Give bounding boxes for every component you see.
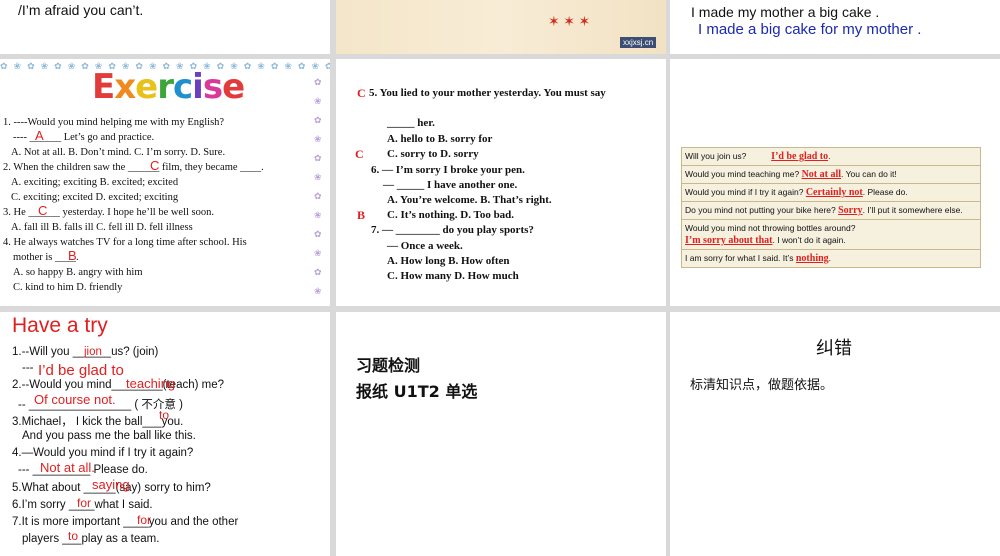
q4-options-a: A. so happy B. angry with him [13, 267, 143, 278]
q5-options-a: A. hello to B. sorry for [387, 133, 493, 145]
row-suffix: . [828, 253, 832, 263]
slide-2[interactable]: ✶ ✶ ✶ xxjxsj.cn [336, 0, 666, 54]
row-suffix: . Please do. [862, 187, 908, 197]
q1-text: 1. ----Would you mind helping me with my… [3, 117, 225, 128]
slide-6-table[interactable]: Will you join us? I’d be glad to. Would … [670, 59, 1000, 306]
q6-blank: — _____ I have another one. [383, 179, 518, 191]
q6-answer: C [355, 147, 364, 161]
row-answer: Sorry [838, 205, 863, 216]
q4-text: 4. He always watches TV for a long time … [3, 237, 247, 248]
slide-1[interactable]: /I’m afraid you can’t. [0, 0, 330, 54]
q7-answer: for [137, 513, 152, 527]
slide-7-have-a-try[interactable]: Have a try 1.--Will you ______us? (join)… [0, 312, 330, 556]
q3-answer: to [159, 408, 170, 422]
slide-9[interactable]: 纠错 标清知识点，做题依据。 [670, 312, 1000, 556]
slide8-line1: 习题检测 [356, 356, 421, 375]
watermark-badge: xxjxsj.cn [620, 37, 657, 48]
q7-text: 7. — ________ do you play sports? [371, 224, 534, 236]
table-row: Would you mind not throwing bottles arou… [682, 220, 980, 250]
q1-answer: jion [84, 346, 102, 358]
q5-text: 5. You lied to your mother yesterday. Yo… [369, 87, 606, 99]
q7-text: 7.It is more important ____you and the o… [12, 516, 239, 528]
q5-options-b: C. sorry to D. sorry [387, 148, 479, 160]
q2-text: 2.--Would you mind________(teach) me? [12, 379, 225, 391]
q7-answer-b: to [68, 529, 79, 543]
q2-reply-answer: Of course not. [34, 392, 116, 407]
table-row: Will you join us? I’d be glad to. [682, 148, 980, 166]
table-row: Do you mind not putting your bike here? … [682, 202, 980, 220]
q4-options-b: C. kind to him D. friendly [13, 282, 123, 293]
q1-options: A. Not at all. B. Don’t mind. C. I’m sor… [11, 147, 226, 158]
slide3-line1: I made my mother a big cake . [691, 4, 880, 20]
row-prompt: Would you mind if I try it again? [685, 187, 804, 197]
row-suffix: . You can do it! [841, 169, 897, 179]
row-prompt: Will you join us? [685, 151, 747, 161]
q7-options-a: A. How long B. How often [387, 255, 510, 267]
have-a-try-title: Have a try [12, 314, 108, 337]
row-answer: nothing [795, 253, 829, 264]
q1-answer: A [35, 128, 44, 143]
slide-5-exercise[interactable]: C 5. You lied to your mother yesterday. … [336, 59, 666, 306]
row-answer: I’d be glad to [771, 151, 829, 162]
q4-reply-answer: Not at all. [40, 460, 95, 475]
exercise-title: Exercise [92, 67, 245, 107]
q2-options-a: A. exciting; exciting B. excited; excite… [11, 177, 179, 188]
slide9-title: 纠错 [816, 338, 852, 359]
q7-answer: B [357, 208, 366, 222]
q1-reply: --- [22, 362, 34, 374]
q7-options-b: C. How many D. How much [387, 270, 519, 282]
row-answer: Certainly not [805, 187, 863, 198]
row-suffix: . [828, 151, 831, 161]
row-answer: I’m sorry about that [685, 235, 773, 246]
row-prompt: I am sorry for what I said. It’s [685, 253, 794, 263]
table-row: Would you mind if I try it again? Certai… [682, 184, 980, 202]
row-suffix: . I won’t do it again. [772, 235, 846, 245]
q1-reply-answer: I’d be glad to [38, 362, 124, 379]
q3-text-b: And you pass me the ball like this. [22, 430, 196, 442]
table-row: I am sorry for what I said. It’s nothing… [682, 250, 980, 267]
row-prompt: Would you mind teaching me? [685, 169, 800, 179]
leaves-decoration: ✶ ✶ ✶ [548, 15, 591, 30]
q2-answer: C [150, 158, 160, 173]
flower-border-right: ✿ ❀ ✿ ❀ ✿ ❀ ✿ ❀ ✿ ❀ ✿ ❀ [314, 77, 322, 296]
slide-4-exercise[interactable]: ✿❀✿❀✿❀✿❀✿❀✿❀✿❀✿❀✿❀✿❀✿❀✿❀✿❀✿❀✿❀✿❀✿ ✿ ❀ ✿ … [0, 59, 330, 306]
q2-text: 2. When the children saw the ______ film… [3, 162, 264, 173]
q5-answer: C [357, 86, 366, 100]
q2-options-b: C. exciting; excited D. excited; excitin… [11, 192, 179, 203]
q3-answer: C [38, 203, 48, 218]
slide1-text: /I’m afraid you can’t. [18, 2, 144, 18]
slide-8[interactable]: 习题检测 报纸 U1T2 单选 [336, 312, 666, 556]
table-row: Would you mind teaching me? Not at all. … [682, 166, 980, 184]
q5-answer: saying [92, 477, 130, 492]
q6-text: 6. — I’m sorry I broke your pen. [371, 164, 525, 176]
q3-text: 3. He ______ yesterday. I hope he’ll be … [3, 207, 215, 218]
slide-3[interactable]: I made my mother a big cake . I made a b… [670, 0, 1000, 54]
fill-in-table: Will you join us? I’d be glad to. Would … [681, 147, 981, 268]
q7-blank: — Once a week. [387, 240, 463, 252]
row-answer: Not at all [801, 169, 842, 180]
slide3-line2: I made a big cake for my mother . [698, 21, 922, 38]
q4-answer: B [68, 248, 77, 263]
q7-text-b: players ___play as a team. [22, 533, 160, 545]
q6-answer: for [77, 496, 92, 510]
slide8-line2: 报纸 U1T2 单选 [356, 382, 478, 401]
q2-answer: teaching [126, 376, 176, 391]
q6-options-b: C. It’s nothing. D. Too bad. [387, 209, 515, 221]
q5-blank: _____ her. [387, 117, 435, 129]
slide9-text: 标清知识点，做题依据。 [690, 378, 834, 393]
q4-text: 4.—Would you mind if I try it again? [12, 447, 194, 459]
q3-text: 3.Michael， I kick the ball___you. [12, 416, 184, 428]
row-suffix: . I’ll put it somewhere else. [862, 205, 963, 215]
q6-options-a: A. You’re welcome. B. That’s right. [387, 194, 552, 206]
q3-options: A. fall ill B. falls ill C. fell ill D. … [11, 222, 193, 233]
row-prompt: Do you mind not putting your bike here? [685, 205, 836, 215]
row-prompt: Would you mind not throwing bottles arou… [685, 223, 856, 233]
